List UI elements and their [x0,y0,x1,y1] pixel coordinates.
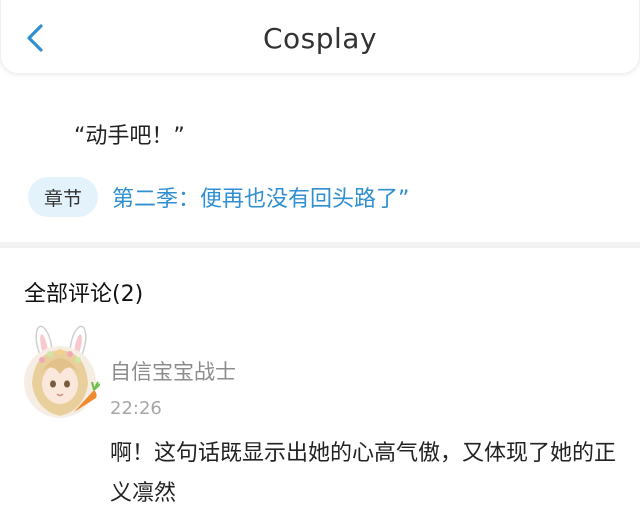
comment-time: 22:26 [110,398,162,419]
comment-author[interactable]: 自信宝宝战士 [110,356,236,386]
top-bar: Cosplay [0,0,640,74]
comment-text: 啊！这句话既显示出她的心高气傲，又体现了她的正义凛然 [110,441,617,506]
section-divider [0,242,640,248]
comments-header: 全部评论(2) [24,282,144,307]
bunny-girl-avatar [24,325,101,418]
avatar[interactable] [22,324,101,420]
post-quote: “动手吧！” [74,124,185,149]
chapter-badge: 章节 [28,177,99,217]
page-title: Cosplay [262,22,378,55]
chapter-link[interactable]: 第二季：便再也没有回头路了” [112,181,409,213]
chapter-row: 章节 第二季：便再也没有回头路了” [28,176,409,218]
